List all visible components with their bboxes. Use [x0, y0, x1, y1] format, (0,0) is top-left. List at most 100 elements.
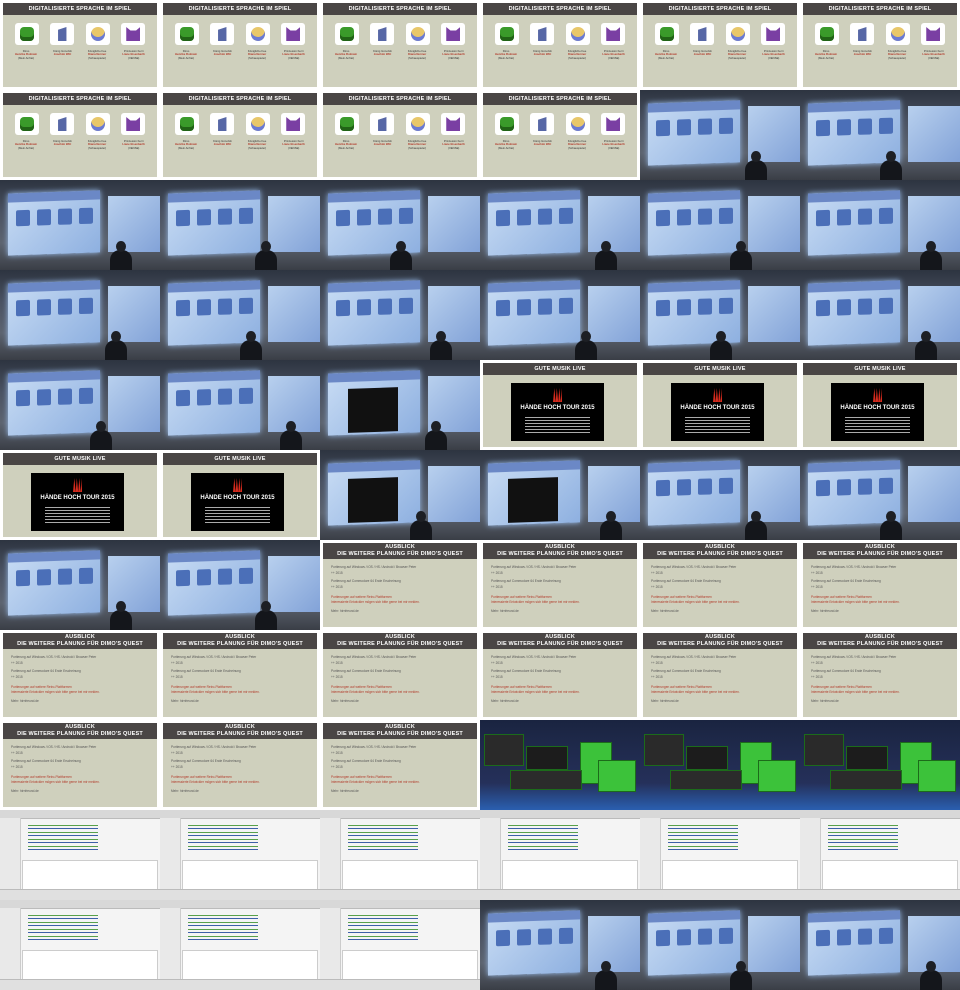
character-caption: Königliche Fee Diana Nermer (Schauspieler) — [88, 49, 107, 60]
slide-body: AUSBLICK DIE WEITERE PLANUNG FÜR DIMO'S Q… — [163, 723, 317, 807]
contact-sheet-tile: GUTE MUSIK LIVE HÄNDE HOCH TOUR 2015 — [640, 360, 800, 450]
ausblick-line1: Portierung auf Windows / iOS / HS / Andr… — [11, 655, 97, 659]
game-box — [830, 770, 902, 790]
ide-toolbar — [640, 810, 800, 819]
character-sprite — [210, 23, 235, 45]
character-caption: Dimo Henrike Rolmain (Mein Anfrat) — [495, 139, 517, 150]
sprite-icon — [570, 117, 585, 131]
screen-sprite — [495, 209, 510, 227]
contact-sheet-tile: AUSBLICK DIE WEITERE PLANUNG FÜR DIMO'S Q… — [320, 720, 480, 810]
lecture-photo — [800, 90, 960, 180]
character-caption: Prinzessin Kerri Liane Eisenbarth (XENSE) — [442, 139, 465, 150]
contact-sheet-tile — [640, 270, 800, 360]
speaker — [255, 601, 277, 630]
screen-sprite — [836, 209, 851, 226]
screen-content — [8, 199, 100, 234]
voice-note: (XENSE) — [608, 55, 620, 60]
screen-sprite — [697, 208, 712, 225]
ausblick-line4: ++ 2015 — [651, 585, 663, 589]
speaker — [240, 331, 262, 360]
slide-body: GUTE MUSIK LIVE HÄNDE HOCH TOUR 2015 — [483, 363, 637, 447]
screen-sprite — [676, 119, 691, 136]
second-screen — [588, 286, 640, 342]
screen-sprite — [815, 209, 830, 227]
poster-text-lines — [845, 415, 910, 435]
ausblick-line3: Portierung auf Commodore 64 Ende Erschei… — [491, 669, 561, 673]
contact-sheet-tile: DIGITALISIERTE SPRACHE IM SPIEL Dimo Henri… — [320, 0, 480, 90]
sprite-icon — [606, 117, 621, 131]
speaker — [600, 511, 622, 540]
ausblick-line3: Portierung auf Commodore 64 Ende Erschei… — [331, 669, 401, 673]
slide-title: AUSBLICK DIE WEITERE PLANUNG FÜR DIMO'S Q… — [643, 633, 797, 649]
ausblick-line1: Portierung auf Windows / iOS / HS / Andr… — [811, 565, 897, 569]
slide-title: AUSBLICK DIE WEITERE PLANUNG FÜR DIMO'S Q… — [3, 633, 157, 649]
ausblick-line6: Interessierte Entwickler mögen sich bitt… — [491, 600, 580, 604]
voice-note: (Schauspieler) — [728, 55, 747, 60]
ausblick-line7: Mehr: hirnfreund.de — [811, 699, 839, 703]
voice-note: (Schauspieler) — [568, 145, 587, 150]
contact-sheet-tile — [160, 540, 320, 630]
contact-sheet-tile: AUSBLICK DIE WEITERE PLANUNG FÜR DIMO'S Q… — [480, 540, 640, 630]
projector-screen — [8, 190, 100, 256]
slide-title-1: AUSBLICK — [384, 724, 416, 730]
ide-output-panel — [182, 950, 318, 980]
screen-sprite — [217, 568, 232, 585]
ausblick-line4: ++ 2015 — [171, 765, 183, 769]
sprite-icon — [858, 27, 867, 41]
screen-content — [488, 289, 580, 324]
character-sprite — [174, 23, 199, 45]
slide-title-2: DIE WEITERE PLANUNG FÜR DIMO'S QUEST — [657, 641, 783, 647]
poster-title: HÄNDE HOCH TOUR 2015 — [40, 495, 115, 501]
character-caption: König Gnnofob Joachim Witt — [853, 49, 872, 60]
ide-project-tree — [0, 908, 21, 980]
screen-content — [648, 199, 740, 234]
ausblick-line1: Portierung auf Windows / iOS / HS / Andr… — [331, 565, 417, 569]
ide-code-editor — [668, 822, 738, 852]
voice-note: (Mein Anfrat) — [818, 55, 835, 60]
contact-sheet-tile — [480, 810, 640, 900]
ausblick-line3: Portierung auf Commodore 64 Ende Erschei… — [11, 759, 81, 763]
ide-code-editor — [28, 912, 98, 942]
screen-poster — [508, 477, 558, 523]
sprite-icon — [926, 27, 941, 41]
voice-note: (Schauspieler) — [568, 55, 587, 60]
sprite-icon — [58, 27, 67, 41]
voice-note: (XENSE) — [288, 55, 300, 60]
tour-poster: HÄNDE HOCH TOUR 2015 — [31, 473, 124, 531]
character-caption: Prinzessin Kerri Liane Eisenbarth (XENSE) — [442, 49, 465, 60]
slide-ausblick: AUSBLICK DIE WEITERE PLANUNG FÜR DIMO'S Q… — [320, 540, 480, 630]
slide-body: AUSBLICK DIE WEITERE PLANUNG FÜR DIMO'S Q… — [323, 723, 477, 807]
character-sprite — [245, 23, 270, 45]
ausblick-line4: ++ 2015 — [651, 675, 663, 679]
poster-title: HÄNDE HOCH TOUR 2015 — [680, 405, 755, 411]
ausblick-line1: Portierung auf Windows / iOS / HS / Andr… — [491, 655, 577, 659]
screen-sprite — [558, 297, 573, 315]
speaker — [745, 151, 767, 180]
sprite-icon — [90, 117, 105, 131]
screen-content — [648, 289, 740, 324]
contact-sheet-tile: AUSBLICK DIE WEITERE PLANUNG FÜR DIMO'S Q… — [320, 540, 480, 630]
screen-poster — [348, 477, 398, 523]
screen-title-bar — [328, 370, 420, 383]
screen-sprite — [878, 297, 893, 315]
screen-sprite — [175, 569, 190, 587]
screen-sprite — [196, 299, 211, 316]
slide-body: GUTE MUSIK LIVE HÄNDE HOCH TOUR 2015 — [643, 363, 797, 447]
screen-sprite — [537, 928, 552, 945]
screen-sprite — [398, 207, 413, 225]
screen-sprite — [217, 298, 232, 315]
contact-sheet-tile: DIGITALISIERTE SPRACHE IM SPIEL Dimo Henri… — [160, 0, 320, 90]
lecture-photo — [480, 270, 640, 360]
voice-note: (Mein Anfrat) — [178, 145, 195, 150]
slide-title-1: AUSBLICK — [864, 544, 896, 550]
sprite-icon — [58, 117, 67, 131]
contact-sheet-tile: AUSBLICK DIE WEITERE PLANUNG FÜR DIMO'S Q… — [320, 630, 480, 720]
ausblick-line7: Mehr: hirnfreund.de — [491, 699, 519, 703]
screen-content — [808, 289, 900, 324]
ide-code-editor — [28, 822, 98, 852]
ausblick-line6: Interessierte Entwickler mögen sich bitt… — [171, 690, 260, 694]
slide-body: GUTE MUSIK LIVE HÄNDE HOCH TOUR 2015 — [803, 363, 957, 447]
second-screen — [908, 286, 960, 342]
screen-sprite — [238, 567, 253, 585]
voice-note: (XENSE) — [448, 55, 460, 60]
